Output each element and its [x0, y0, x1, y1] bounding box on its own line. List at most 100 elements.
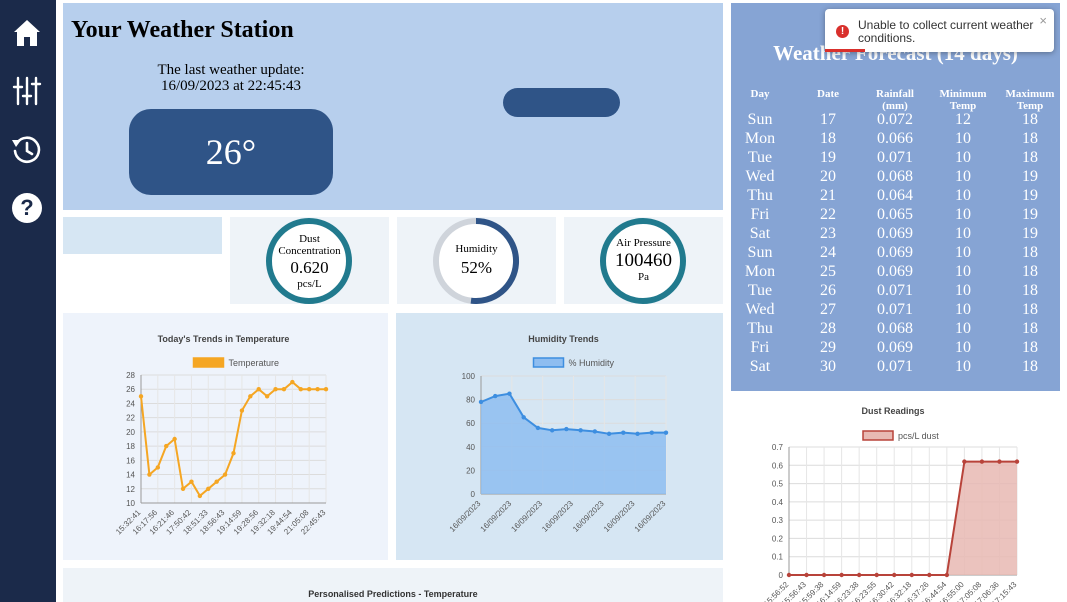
data-point	[564, 426, 569, 432]
y-tick-label: 0.4	[772, 498, 784, 507]
forecast-max-cell: 18	[1022, 320, 1038, 337]
legend-swatch	[192, 357, 225, 368]
data-point	[323, 387, 329, 392]
forecast-day-cell: Thu	[747, 187, 773, 204]
forecast-max-cell: 18	[1022, 111, 1038, 128]
legend-label: pcs/L dust	[898, 431, 939, 441]
data-point	[549, 428, 555, 433]
data-point	[222, 472, 228, 477]
forecast-row: Wed 20 0.068 10 19	[731, 167, 1060, 186]
y-tick-label: 16	[126, 456, 135, 465]
y-tick-label: 100	[462, 372, 476, 381]
forecast-min-cell: 10	[955, 225, 971, 242]
home-icon[interactable]	[11, 17, 43, 49]
forecast-day-cell: Sat	[749, 225, 771, 242]
sliders-icon[interactable]	[11, 75, 43, 107]
forecast-rain-cell: 0.066	[877, 130, 913, 147]
data-point	[874, 572, 879, 578]
forecast-row: Wed 27 0.071 10 18	[731, 300, 1060, 319]
rainfall-header-line1: Rainfall	[876, 88, 914, 100]
last-update-timestamp: 16/09/2023 at 22:45:43	[161, 78, 301, 94]
close-icon[interactable]: ×	[1039, 13, 1047, 28]
series-line	[140, 380, 326, 498]
data-point	[521, 415, 526, 420]
data-point	[264, 394, 270, 399]
forecast-day-cell: Mon	[744, 130, 776, 147]
forecast-date-cell: 23	[820, 225, 836, 242]
forecast-date-cell: 21	[820, 187, 836, 204]
data-point	[944, 572, 950, 578]
data-point	[979, 459, 985, 464]
forecast-rain-cell: 0.072	[877, 111, 913, 128]
forecast-date-cell: 19	[820, 149, 836, 166]
forecast-max-cell: 18	[1022, 339, 1038, 356]
data-point	[997, 459, 1002, 464]
forecast-date-cell: 17	[820, 111, 836, 128]
y-tick-label: 12	[126, 485, 135, 494]
y-tick-label: 0.1	[772, 553, 784, 562]
forecast-rain-cell: 0.071	[877, 301, 913, 318]
forecast-day-cell: Tue	[747, 149, 773, 166]
data-point	[663, 430, 669, 435]
toast-message: Unable to collect current weather condit…	[858, 18, 1034, 45]
forecast-rain-cell: 0.069	[877, 244, 913, 261]
forecast-header-date: Date	[817, 88, 839, 100]
y-tick-label: 0	[471, 490, 476, 499]
forecast-row: Sat 23 0.069 10 19	[731, 224, 1060, 243]
forecast-max-cell: 18	[1022, 358, 1038, 375]
forecast-min-cell: 10	[955, 149, 971, 166]
forecast-min-cell: 10	[955, 168, 971, 185]
data-point	[197, 493, 203, 499]
help-icon[interactable]: ?	[12, 193, 42, 223]
forecast-max-cell: 19	[1022, 206, 1038, 223]
forecast-day-cell: Sun	[747, 111, 773, 128]
forecast-rain-cell: 0.069	[877, 225, 913, 242]
error-toast: ! Unable to collect current weather cond…	[825, 9, 1054, 52]
humidity-value: 52%	[460, 258, 493, 277]
data-point	[909, 572, 914, 578]
y-tick-label: 80	[466, 396, 475, 405]
data-point	[839, 572, 844, 578]
data-point	[206, 486, 211, 491]
action-button[interactable]	[503, 88, 620, 117]
humidity-chart: Humidity Trends % Humidity 0 20 40 60 80 100 16/…	[448, 334, 669, 534]
forecast-min-cell: 12	[955, 111, 971, 128]
pressure-label: Air Pressure	[616, 237, 671, 249]
data-point	[1014, 459, 1020, 464]
forecast-day-cell: Thu	[747, 320, 773, 337]
forecast-day-cell: Tue	[747, 282, 773, 299]
last-update: The last weather update: 16/09/2023 at 2…	[133, 62, 329, 94]
forecast-row: Thu 21 0.064 10 19	[731, 186, 1060, 205]
sidebar: ?	[0, 0, 56, 602]
forecast-min-cell: 10	[955, 244, 971, 261]
humidity-label: Humidity	[455, 243, 498, 255]
current-conditions-panel: Your Weather Station The last weather up…	[63, 3, 723, 210]
data-point	[248, 394, 253, 399]
forecast-max-cell: 18	[1022, 301, 1038, 318]
forecast-date-cell: 25	[820, 263, 836, 280]
data-point	[172, 436, 177, 442]
y-tick-label: 24	[126, 399, 135, 408]
forecast-row: Sun 17 0.072 12 18	[731, 110, 1060, 129]
data-point	[892, 572, 897, 578]
current-temperature: 26°	[129, 109, 333, 195]
forecast-date-cell: 18	[820, 130, 836, 147]
forecast-row: Tue 19 0.071 10 18	[731, 148, 1060, 167]
pressure-unit: Pa	[638, 271, 649, 283]
y-tick-label: 40	[466, 443, 475, 452]
x-tick-label: 16/09/2023	[479, 499, 514, 534]
forecast-max-cell: 18	[1022, 263, 1038, 280]
forecast-row: Fri 22 0.065 10 19	[731, 205, 1060, 224]
y-tick-label: 10	[126, 499, 135, 508]
data-point	[507, 391, 512, 396]
data-point	[290, 379, 295, 385]
forecast-day-cell: Sun	[747, 244, 773, 261]
data-point	[478, 399, 484, 405]
x-tick-label: 16/09/2023	[448, 499, 483, 534]
forecast-row: Mon 18 0.066 10 18	[731, 129, 1060, 148]
history-icon[interactable]	[11, 134, 43, 166]
dust-value: 0.620	[290, 258, 329, 277]
legend-swatch	[532, 357, 565, 368]
forecast-rain-cell: 0.071	[877, 282, 913, 299]
data-point	[147, 472, 152, 477]
